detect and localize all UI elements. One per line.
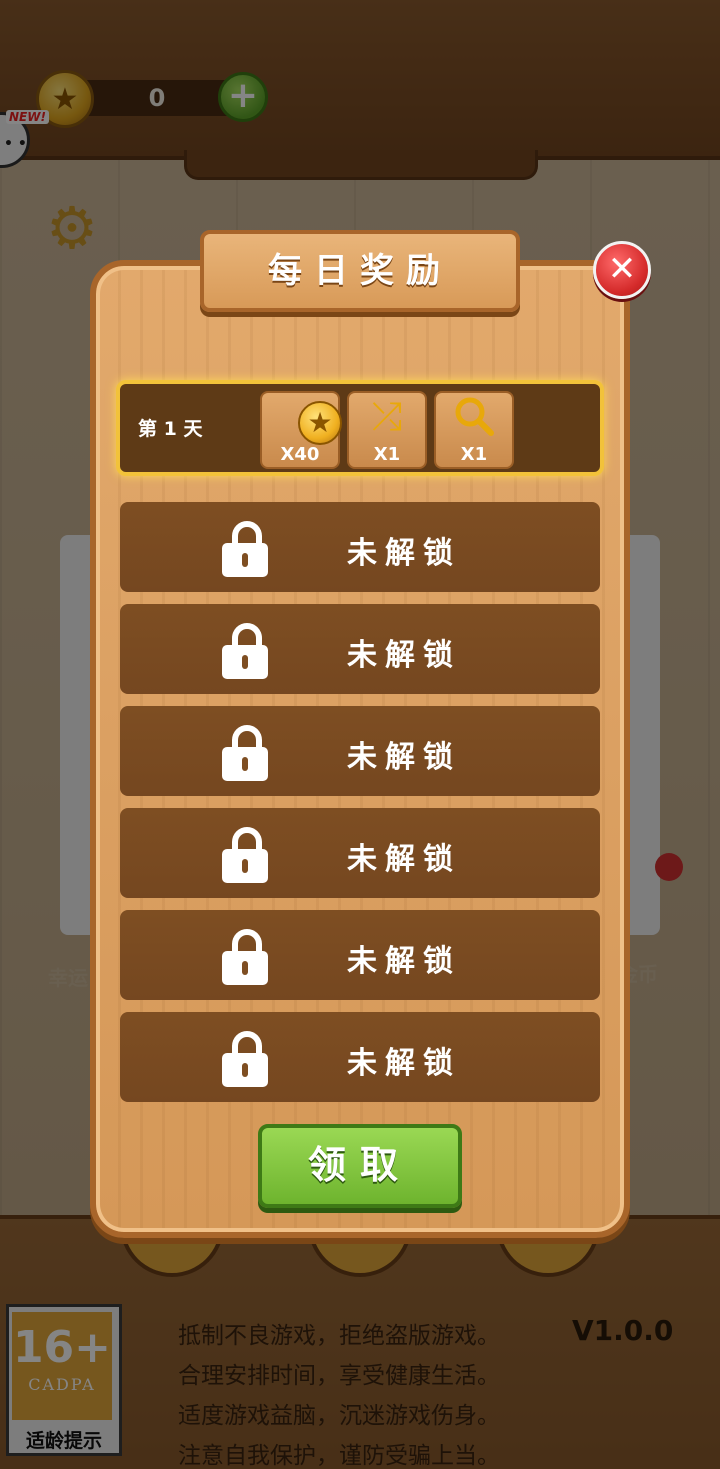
- shuffle-icon: ⤮: [371, 394, 403, 438]
- close-button[interactable]: ✕: [593, 241, 651, 299]
- reward-qty-hint: X1: [460, 444, 488, 465]
- lock-icon: [222, 725, 272, 781]
- close-icon: ✕: [607, 249, 637, 289]
- locked-label: 未解锁: [347, 1046, 461, 1081]
- locked-label: 未解锁: [347, 638, 461, 673]
- reward-qty-shuffle: X1: [373, 444, 401, 465]
- lock-icon: [222, 1031, 272, 1087]
- day-label: 第 1 天: [138, 418, 203, 440]
- lock-icon: [222, 623, 272, 679]
- lock-icon: [222, 929, 272, 985]
- locked-label: 未解锁: [347, 536, 461, 571]
- lock-icon: [222, 827, 272, 883]
- dialog-title: 每日奖励: [200, 230, 520, 312]
- magnifier-icon: [434, 394, 514, 448]
- locked-label: 未解锁: [347, 944, 461, 979]
- claim-button[interactable]: 领取: [258, 1124, 462, 1208]
- reward-qty-coins: X40: [280, 444, 320, 465]
- locked-label: 未解锁: [347, 740, 461, 775]
- locked-label: 未解锁: [347, 842, 461, 877]
- lock-icon: [222, 521, 272, 577]
